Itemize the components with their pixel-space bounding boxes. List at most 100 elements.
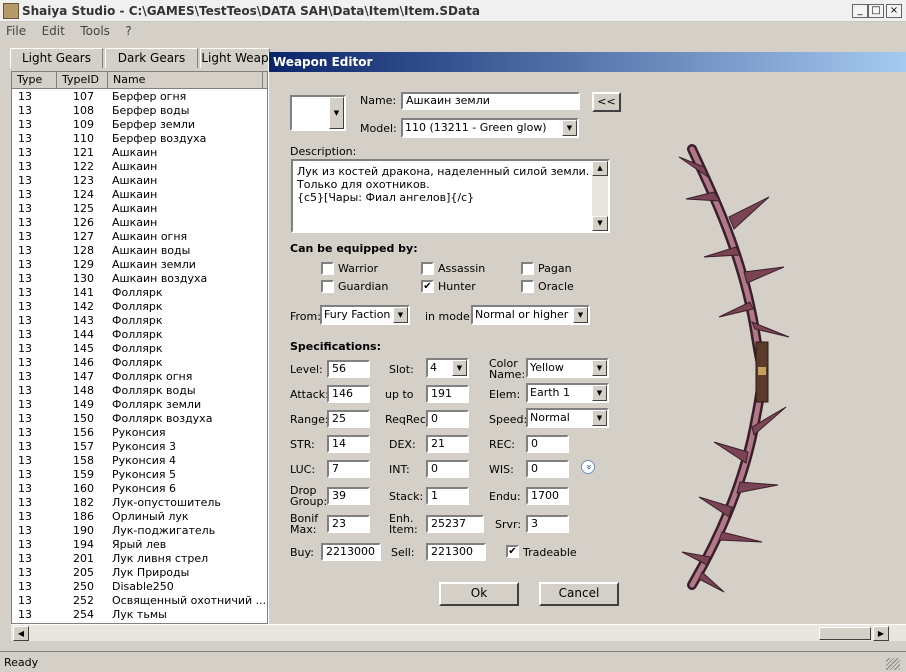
expand-icon[interactable]: » <box>581 460 595 474</box>
list-item[interactable]: 13 149 Фоллярк земли <box>12 398 267 412</box>
list-item[interactable]: 13 126 Ашкаин <box>12 216 267 230</box>
list-item[interactable]: 13 143 Фоллярк <box>12 314 267 328</box>
list-item[interactable]: 13 122 Ашкаин <box>12 160 267 174</box>
scroll-left-button[interactable]: ◀ <box>13 626 29 641</box>
reqrec-field[interactable]: 0 <box>426 410 469 428</box>
resize-grip[interactable] <box>886 658 900 670</box>
list-item[interactable]: 13 128 Ашкаин воды <box>12 244 267 258</box>
chevron-down-icon[interactable]: ▼ <box>592 385 607 401</box>
menu-tools[interactable]: Tools <box>74 22 116 38</box>
list-item[interactable]: 13 144 Фоллярк <box>12 328 267 342</box>
oracle-checkbox[interactable] <box>521 280 534 293</box>
str-field[interactable]: 14 <box>327 435 370 453</box>
description-scrollbar[interactable]: ▲ ▼ <box>592 161 608 231</box>
list-item[interactable]: 13 252 Освященный охотничий ... <box>12 594 267 608</box>
list-item[interactable]: 13 250 Disable250 <box>12 580 267 594</box>
list-item[interactable]: 13 145 Фоллярк <box>12 342 267 356</box>
list-item[interactable]: 13 129 Ашкаин земли <box>12 258 267 272</box>
list-item[interactable]: 13 125 Ашкаин <box>12 202 267 216</box>
cancel-button[interactable]: Cancel <box>539 582 619 606</box>
menu-edit[interactable]: Edit <box>36 22 71 38</box>
dex-field[interactable]: 21 <box>426 435 469 453</box>
int-field[interactable]: 0 <box>426 460 469 478</box>
chevron-down-icon[interactable]: ▼ <box>562 120 577 136</box>
list-item[interactable]: 13 108 Берфер воды <box>12 104 267 118</box>
stack-field[interactable]: 1 <box>426 487 469 505</box>
column-header-type[interactable]: Type <box>12 72 57 89</box>
list-item[interactable]: 13 186 Орлиный лук <box>12 510 267 524</box>
assassin-checkbox[interactable] <box>421 262 434 275</box>
guardian-checkbox[interactable] <box>321 280 334 293</box>
element-select[interactable]: Earth 1 ▼ <box>526 383 609 403</box>
upto-field[interactable]: 191 <box>426 385 469 403</box>
ok-button[interactable]: Ok <box>439 582 519 606</box>
list-item[interactable]: 13 157 Руконсия 3 <box>12 440 267 454</box>
list-item[interactable]: 13 124 Ашкаин <box>12 188 267 202</box>
horizontal-scrollbar[interactable]: ◀ ▶ <box>11 624 906 641</box>
description-textarea[interactable]: Лук из костей дракона, наделенный силой … <box>291 159 610 233</box>
range-field[interactable]: 25 <box>327 410 370 428</box>
list-item[interactable]: 13 107 Берфер огня <box>12 90 267 104</box>
luc-field[interactable]: 7 <box>327 460 370 478</box>
maximize-button[interactable]: □ <box>868 4 884 18</box>
list-item[interactable]: 13 156 Руконсия <box>12 426 267 440</box>
scroll-down-button[interactable]: ▼ <box>592 216 608 231</box>
endu-field[interactable]: 1700 <box>526 487 569 505</box>
list-item[interactable]: 13 123 Ашкаин <box>12 174 267 188</box>
list-item[interactable]: 13 159 Руконсия 5 <box>12 468 267 482</box>
srvr-field[interactable]: 3 <box>526 515 569 533</box>
scroll-up-button[interactable]: ▲ <box>592 161 608 176</box>
minimize-button[interactable]: _ <box>852 4 868 18</box>
list-item[interactable]: 13 141 Фоллярк <box>12 286 267 300</box>
menu-file[interactable]: File <box>0 22 32 38</box>
name-field[interactable]: Ашкаин земли <box>401 92 580 110</box>
close-button[interactable]: × <box>886 4 902 18</box>
attack-field[interactable]: 146 <box>327 385 370 403</box>
item-list[interactable]: Type TypeID Name I 13107Берфер огня13108… <box>11 71 268 624</box>
list-item[interactable]: 13 147 Фоллярк огня <box>12 370 267 384</box>
list-item[interactable]: 13 190 Лук-поджигатель <box>12 524 267 538</box>
chevron-down-icon[interactable]: ▼ <box>329 97 344 129</box>
color-select[interactable]: Yellow ▼ <box>526 358 609 378</box>
list-item[interactable]: 13 121 Ашкаин <box>12 146 267 160</box>
wis-field[interactable]: 0 <box>526 460 569 478</box>
list-item[interactable]: 13 130 Ашкаин воздуха <box>12 272 267 286</box>
tab-dark-gears[interactable]: Dark Gears <box>105 48 198 68</box>
chevron-down-icon[interactable]: ▼ <box>393 307 408 323</box>
warrior-checkbox[interactable] <box>321 262 334 275</box>
tradeable-checkbox[interactable]: ✔ <box>506 545 519 558</box>
rec-field[interactable]: 0 <box>526 435 569 453</box>
list-item[interactable]: 13 110 Берфер воздуха <box>12 132 267 146</box>
faction-select[interactable]: Fury Faction ▼ <box>320 305 410 325</box>
level-field[interactable]: 56 <box>327 360 370 378</box>
pagan-checkbox[interactable] <box>521 262 534 275</box>
drop-group-field[interactable]: 39 <box>327 487 370 505</box>
tab-light-weapons[interactable]: Light Weap <box>200 48 270 68</box>
list-item[interactable]: 13 254 Лук тьмы <box>12 608 267 622</box>
menu-help[interactable]: ? <box>119 22 137 38</box>
list-item[interactable]: 13 182 Лук-опустошитель <box>12 496 267 510</box>
bonif-max-field[interactable]: 23 <box>327 515 370 533</box>
scroll-right-button[interactable]: ▶ <box>873 626 889 641</box>
mode-select[interactable]: Normal or higher ▼ <box>471 305 590 325</box>
list-item[interactable]: 13 201 Лук ливня стрел <box>12 552 267 566</box>
list-item[interactable]: 13 109 Берфер земли <box>12 118 267 132</box>
scroll-thumb[interactable] <box>819 627 871 640</box>
list-item[interactable]: 13 205 Лук Природы <box>12 566 267 580</box>
list-item[interactable]: 13 150 Фоллярк воздуха <box>12 412 267 426</box>
chevron-down-icon[interactable]: ▼ <box>592 410 607 426</box>
model-select[interactable]: 110 (13211 - Green glow) ▼ <box>401 118 579 138</box>
buy-field[interactable]: 2213000 <box>321 543 381 561</box>
back-button[interactable]: << <box>592 92 621 112</box>
list-item[interactable]: 13 127 Ашкаин огня <box>12 230 267 244</box>
list-item[interactable]: 13 146 Фоллярк <box>12 356 267 370</box>
hunter-checkbox[interactable]: ✔ <box>421 280 434 293</box>
enh-item-field[interactable]: 25237 <box>426 515 484 533</box>
list-item[interactable]: 13 160 Руконсия 6 <box>12 482 267 496</box>
sell-field[interactable]: 221300 <box>426 543 486 561</box>
list-item[interactable]: 13 194 Ярый лев <box>12 538 267 552</box>
slot-select[interactable]: 4 ▼ <box>426 358 469 378</box>
chevron-down-icon[interactable]: ▼ <box>573 307 588 323</box>
list-item[interactable]: 13 148 Фоллярк воды <box>12 384 267 398</box>
list-item[interactable]: 13 142 Фоллярк <box>12 300 267 314</box>
